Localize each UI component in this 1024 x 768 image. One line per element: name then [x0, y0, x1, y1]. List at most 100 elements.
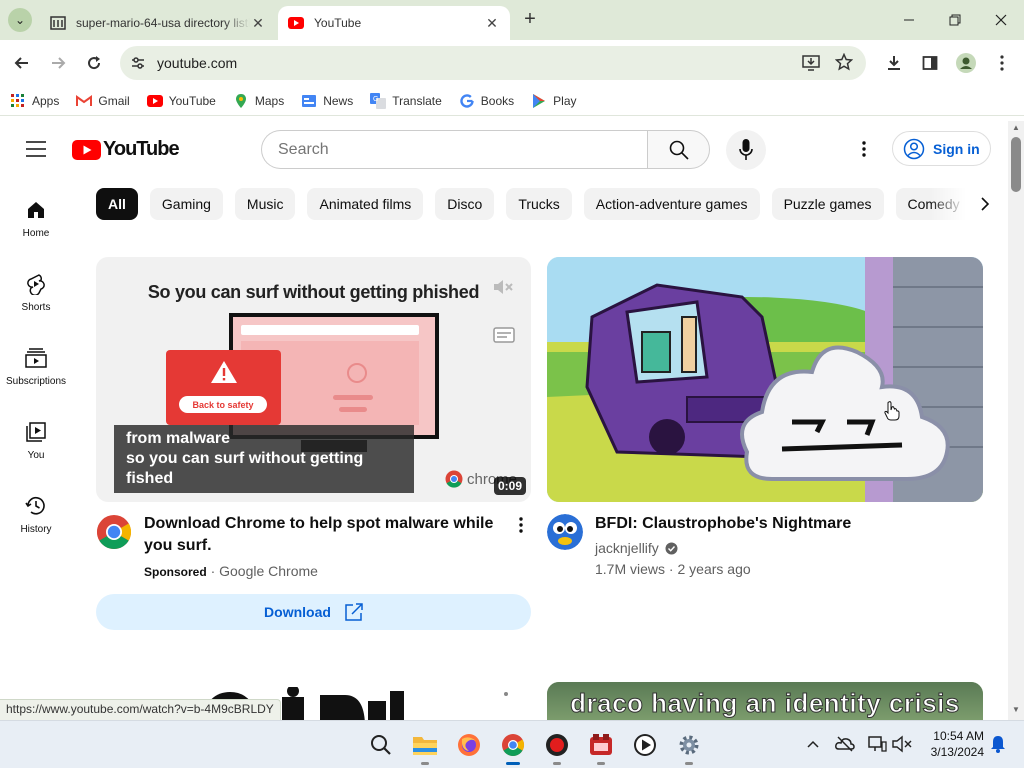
- profile-avatar[interactable]: [953, 50, 979, 76]
- bookmark-label: Translate: [392, 93, 442, 108]
- sidebar-item-subscriptions[interactable]: Subscriptions: [0, 346, 72, 387]
- muted-speaker-icon[interactable]: [492, 277, 514, 302]
- bookmark-news[interactable]: News: [301, 93, 353, 109]
- back-button[interactable]: [9, 50, 35, 76]
- chip-music[interactable]: Music: [234, 188, 296, 220]
- chrome-taskbar-icon[interactable]: [497, 729, 529, 765]
- volume-muted-icon[interactable]: [891, 733, 913, 755]
- translate-icon: G: [370, 92, 387, 109]
- bookmark-maps[interactable]: Maps: [233, 93, 284, 109]
- taskbar-search-icon[interactable]: [365, 729, 397, 761]
- separator: ·: [210, 563, 220, 579]
- page-scrollbar[interactable]: ▲ ▼: [1008, 121, 1024, 720]
- tab-search-button[interactable]: ⌄: [8, 8, 32, 32]
- sign-in-button[interactable]: Sign in: [892, 131, 991, 166]
- tab-archive[interactable]: super-mario-64-usa directory listing ✕: [40, 6, 276, 40]
- chip-puzzle-games[interactable]: Puzzle games: [771, 188, 884, 220]
- chip-gaming[interactable]: Gaming: [149, 188, 223, 220]
- channel-avatar[interactable]: [547, 514, 583, 550]
- bookmark-translate[interactable]: G Translate: [370, 92, 442, 109]
- svg-text:G: G: [373, 96, 378, 103]
- channel-name-row[interactable]: jacknjellify: [595, 540, 678, 556]
- apps-grid-icon: [10, 93, 26, 109]
- game-app-icon[interactable]: [585, 729, 617, 765]
- captions-icon[interactable]: [493, 327, 515, 348]
- chip-disco[interactable]: Disco: [435, 188, 495, 220]
- sidebar-item-home[interactable]: Home: [0, 198, 72, 239]
- scrollbar-thumb[interactable]: [1011, 137, 1021, 192]
- system-clock[interactable]: 10:54 AM 3/13/2024: [922, 728, 984, 760]
- video-title[interactable]: BFDI: Claustrophobe's Nightmare: [595, 513, 851, 535]
- notification-bell-icon[interactable]: [987, 733, 1009, 755]
- news-icon: [301, 93, 317, 109]
- download-label: Download: [264, 604, 331, 620]
- recorder-icon[interactable]: [541, 729, 573, 765]
- tab-strip: ⌄ super-mario-64-usa directory listing ✕…: [0, 0, 1024, 40]
- install-app-icon[interactable]: [802, 54, 820, 77]
- running-indicator: [553, 762, 561, 765]
- scroll-up-icon[interactable]: ▲: [1012, 123, 1020, 132]
- close-window-button[interactable]: [989, 8, 1013, 32]
- download-button[interactable]: Download: [96, 594, 531, 630]
- media-player-icon[interactable]: [629, 729, 661, 761]
- reload-button[interactable]: [81, 50, 107, 76]
- warning-icon: [211, 361, 237, 383]
- network-icon[interactable]: [866, 733, 888, 755]
- settings-gear-icon[interactable]: [673, 729, 705, 765]
- bookmark-label: Gmail: [98, 93, 130, 108]
- side-panel-button[interactable]: [917, 50, 943, 76]
- youtube-page: YouTube Sign in Home Shorts Subscription…: [0, 121, 1008, 720]
- restore-button[interactable]: [943, 8, 967, 32]
- chip-animated-films[interactable]: Animated films: [307, 188, 424, 220]
- bfdi-thumbnail-art: [547, 257, 983, 502]
- address-bar[interactable]: youtube.com: [120, 46, 866, 80]
- sidebar-item-history[interactable]: History: [0, 494, 72, 535]
- bookmark-label: YouTube: [168, 93, 216, 108]
- back-to-safety-label: Back to safety: [179, 396, 267, 413]
- new-tab-button[interactable]: +: [518, 8, 542, 32]
- onedrive-offline-icon[interactable]: [834, 733, 856, 755]
- downloads-button[interactable]: [881, 50, 907, 76]
- bookmark-star-icon[interactable]: [834, 52, 854, 76]
- chip-all[interactable]: All: [96, 188, 138, 220]
- ad-menu-icon[interactable]: [519, 517, 523, 538]
- bookmark-gmail[interactable]: Gmail: [76, 93, 130, 109]
- next-video-thumbnail[interactable]: draco having an identity crisis: [547, 682, 983, 720]
- close-tab-icon[interactable]: ✕: [250, 15, 266, 32]
- video-duration: 0:09: [494, 477, 527, 495]
- settings-menu-icon[interactable]: [862, 141, 866, 162]
- hamburger-menu-icon[interactable]: [26, 141, 46, 162]
- ad-thumbnail[interactable]: So you can surf without getting phished …: [96, 257, 531, 502]
- show-hidden-icons-chevron-icon[interactable]: [802, 733, 824, 755]
- search-icon: [669, 140, 689, 160]
- bookmark-books[interactable]: Books: [459, 93, 514, 109]
- voice-search-button[interactable]: [726, 130, 766, 170]
- firefox-icon[interactable]: [453, 729, 485, 761]
- bookmark-play[interactable]: Play: [531, 93, 577, 109]
- tab-title: YouTube: [314, 16, 362, 30]
- kebab-menu-icon[interactable]: [989, 50, 1015, 76]
- search-button[interactable]: [647, 130, 710, 169]
- ad-meta: Sponsored · Google Chrome: [144, 563, 318, 579]
- ad-title[interactable]: Download Chrome to help spot malware whi…: [144, 513, 509, 557]
- tab-youtube[interactable]: YouTube ✕: [278, 6, 510, 40]
- sidebar-item-you[interactable]: You: [0, 420, 72, 461]
- chip-action-adventure-games[interactable]: Action-adventure games: [583, 188, 760, 220]
- forward-button[interactable]: [45, 50, 71, 76]
- bookmark-youtube[interactable]: YouTube: [146, 93, 216, 109]
- file-explorer-icon[interactable]: [409, 729, 441, 765]
- minimize-button[interactable]: [897, 8, 921, 32]
- youtube-logo[interactable]: YouTube: [72, 138, 180, 161]
- site-info-icon[interactable]: [130, 55, 146, 76]
- sidebar-item-shorts[interactable]: Shorts: [0, 272, 72, 313]
- chips-next-button[interactable]: [930, 188, 1008, 220]
- search-input[interactable]: [261, 130, 647, 169]
- bookmark-apps[interactable]: Apps: [10, 93, 59, 109]
- close-tab-icon[interactable]: ✕: [484, 15, 500, 32]
- advertiser-avatar[interactable]: [96, 514, 132, 550]
- scroll-down-icon[interactable]: ▼: [1012, 705, 1020, 714]
- verified-badge-icon: [665, 542, 678, 554]
- chip-trucks[interactable]: Trucks: [506, 188, 572, 220]
- video-thumbnail[interactable]: [547, 257, 983, 502]
- upload-age: 2 years ago: [677, 561, 751, 577]
